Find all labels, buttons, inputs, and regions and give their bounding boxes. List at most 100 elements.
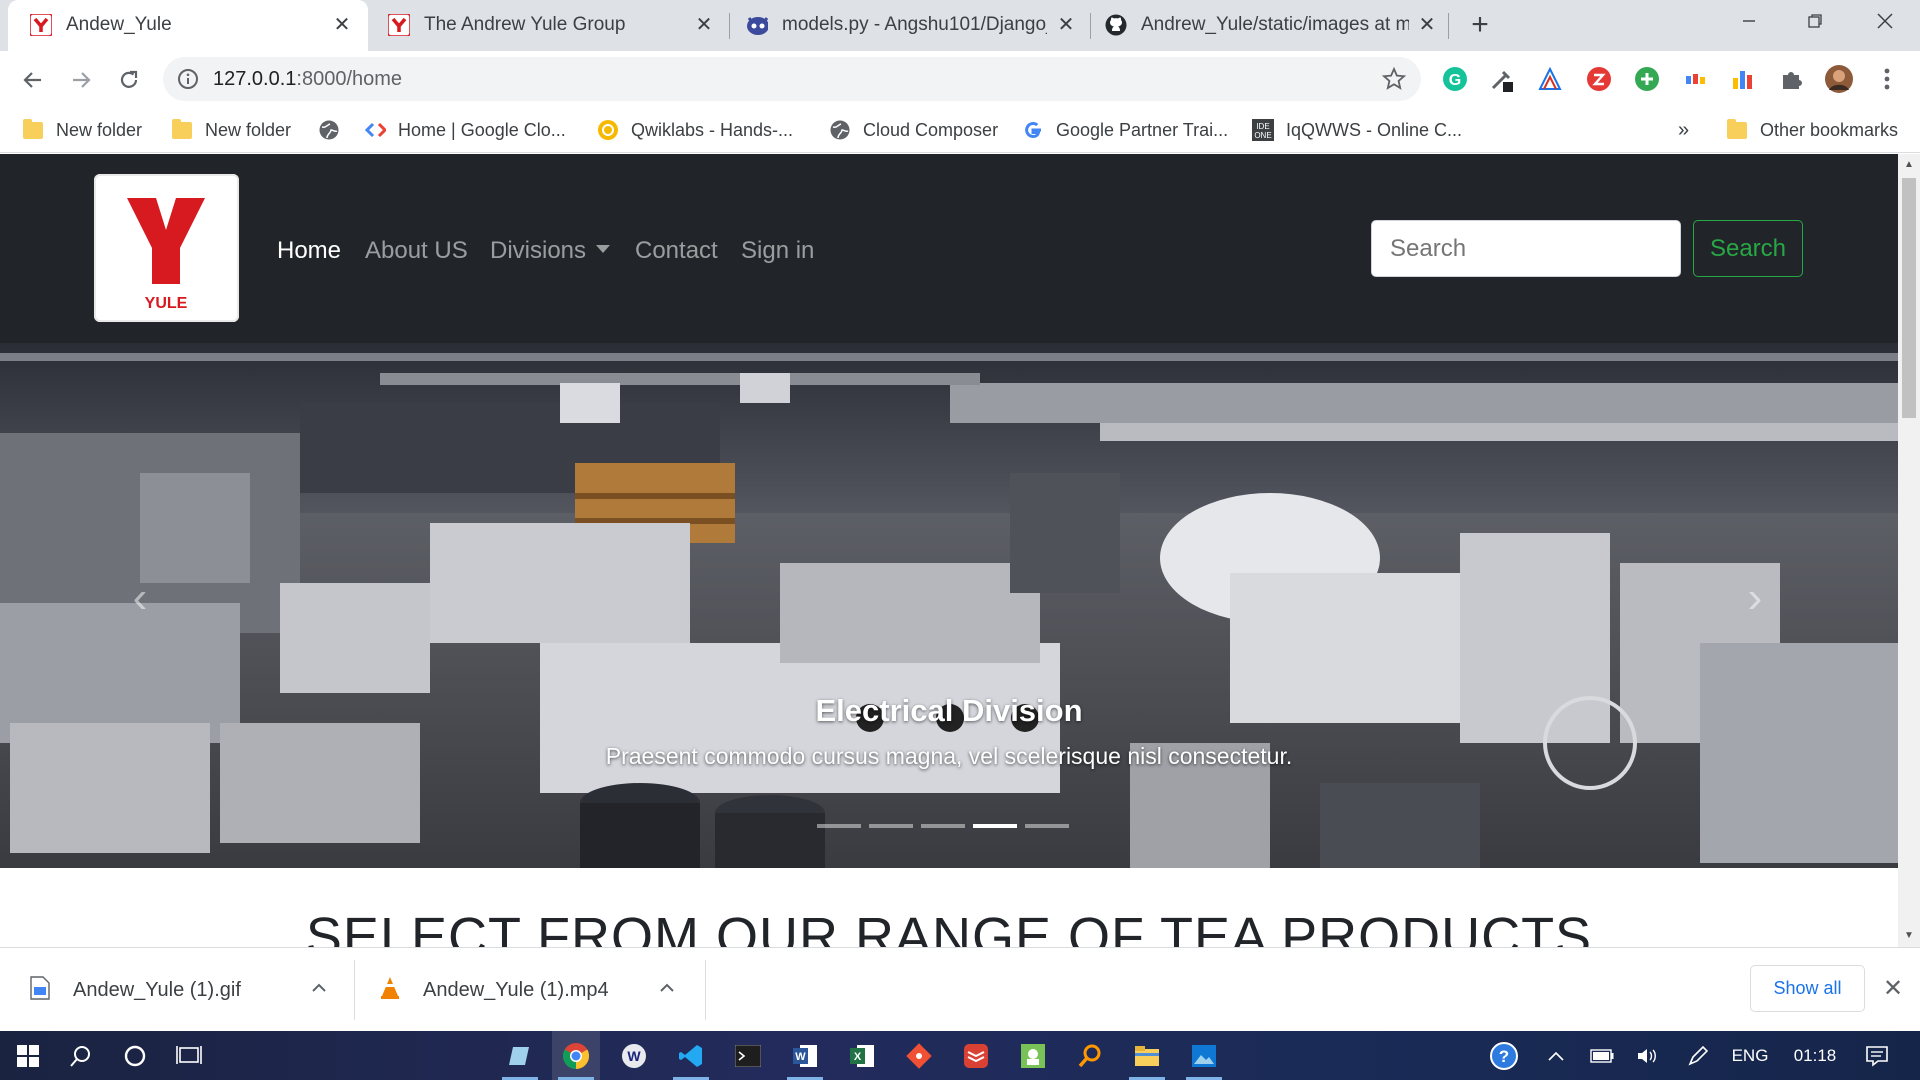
bookmark-new-folder-1[interactable]: New folder (22, 108, 142, 152)
taskbar-notepad-icon[interactable] (496, 1031, 544, 1080)
volume-icon[interactable] (1630, 1031, 1666, 1080)
carousel-indicator[interactable] (869, 824, 913, 828)
browser-menu-icon[interactable] (1872, 64, 1902, 94)
carousel-indicator[interactable] (817, 824, 861, 828)
tab-title: Andrew_Yule/static/images at m (1141, 14, 1409, 35)
carousel-indicator[interactable] (921, 824, 965, 828)
taskbar-photos-icon[interactable] (1180, 1031, 1228, 1080)
taskbar-excel-icon[interactable]: X (838, 1031, 886, 1080)
bookmark-ideone[interactable]: IDE ONE IqQWWS - Online C... (1252, 108, 1462, 152)
dropdown-caret-icon (596, 244, 611, 253)
restore-button[interactable] (1780, 0, 1850, 42)
taskbar-todoist-icon[interactable] (952, 1031, 1000, 1080)
plus-extension-icon[interactable] (1632, 64, 1662, 94)
search-icon[interactable] (57, 1031, 105, 1080)
bookmark-label: Other bookmarks (1760, 119, 1899, 140)
carousel-indicators (817, 824, 1069, 828)
bookmark-label: Home | Google Clo... (398, 119, 566, 140)
language-indicator[interactable]: ENG (1725, 1031, 1775, 1080)
help-icon[interactable]: ? (1484, 1031, 1524, 1080)
carousel-prev-control[interactable]: ‹ (120, 573, 160, 633)
bookmarks-overflow-button[interactable]: » (1678, 108, 1689, 152)
yule-logo[interactable]: YULE (94, 174, 239, 322)
chevron-up-icon[interactable] (655, 976, 679, 1000)
svg-text:W: W (627, 1048, 641, 1064)
close-tab-icon[interactable]: ✕ (328, 10, 356, 38)
bookmark-google-cloud[interactable]: Home | Google Clo... (364, 108, 566, 152)
close-downloads-bar-icon[interactable]: ✕ (1880, 976, 1906, 1002)
nav-divisions[interactable]: Divisions (490, 237, 611, 265)
taskbar-search-tool-icon[interactable] (1066, 1031, 1114, 1080)
pen-workspace-icon[interactable] (1680, 1031, 1716, 1080)
nav-sign-in[interactable]: Sign in (741, 237, 814, 265)
clock[interactable]: 01:18 (1780, 1031, 1850, 1080)
taskbar-chrome-icon[interactable] (552, 1031, 600, 1080)
show-hidden-icons-chevron-icon[interactable] (1538, 1031, 1574, 1080)
google-cloud-icon (364, 119, 386, 141)
ruler-extension-icon[interactable] (1535, 64, 1565, 94)
taskbar-vscode-icon[interactable] (667, 1031, 715, 1080)
carousel-indicator[interactable] (1025, 824, 1069, 828)
taskbar-file-explorer-icon[interactable] (1123, 1031, 1171, 1080)
close-tab-icon[interactable]: ✕ (1413, 10, 1441, 38)
taskbar-word-icon[interactable]: W (781, 1031, 829, 1080)
grammarly-extension-icon[interactable]: G (1440, 64, 1470, 94)
bookmark-globe[interactable] (318, 108, 352, 152)
minimize-button[interactable] (1714, 0, 1784, 42)
carousel-indicator-active[interactable] (973, 824, 1017, 828)
bookmark-cloud-composer[interactable]: Cloud Composer (829, 108, 998, 152)
forward-button[interactable] (62, 61, 100, 99)
eyedropper-extension-icon[interactable] (1487, 64, 1517, 94)
tab-andrew-yule-group[interactable]: The Andrew Yule Group ✕ (370, 0, 728, 51)
dots-extension-icon[interactable] (1680, 64, 1710, 94)
tab-models-py[interactable]: models.py - Angshu101/Django_ ✕ (730, 0, 1090, 51)
tab-github-static-images[interactable]: Andrew_Yule/static/images at m ✕ (1091, 0, 1451, 51)
zotero-extension-icon[interactable] (1584, 64, 1614, 94)
reload-button[interactable] (110, 61, 148, 99)
site-info-icon[interactable] (177, 68, 199, 95)
nav-about-us[interactable]: About US (365, 237, 468, 265)
taskbar-terminal-icon[interactable] (724, 1031, 772, 1080)
yule-favicon (388, 14, 410, 36)
windows-start-icon[interactable] (4, 1031, 52, 1080)
nav-home[interactable]: Home (277, 237, 341, 265)
task-view-icon[interactable] (165, 1031, 213, 1080)
page-scrollbar[interactable]: ▲ ▼ (1898, 154, 1920, 947)
bookmark-qwiklabs[interactable]: Qwiklabs - Hands-... (597, 108, 793, 152)
scroll-up-arrow-icon[interactable]: ▲ (1898, 154, 1920, 176)
address-bar[interactable]: 127.0.0.1:8000/home (163, 57, 1421, 101)
bookmark-google-partner[interactable]: Google Partner Trai... (1022, 108, 1228, 152)
notifications-icon[interactable] (1852, 1031, 1902, 1080)
extensions-puzzle-icon[interactable] (1776, 64, 1806, 94)
scrollbar-thumb[interactable] (1902, 178, 1916, 418)
cortana-icon[interactable] (111, 1031, 159, 1080)
tab-andew-yule[interactable]: Andew_Yule ✕ (8, 0, 368, 51)
back-button[interactable] (14, 61, 52, 99)
taskbar-android-icon[interactable] (1009, 1031, 1057, 1080)
browser-toolbar: 127.0.0.1:8000/home G (0, 51, 1920, 108)
taskbar-browser-icon[interactable]: W (610, 1031, 658, 1080)
nav-contact[interactable]: Contact (635, 237, 718, 265)
scroll-down-arrow-icon[interactable]: ▼ (1898, 925, 1920, 947)
yule-logo-mark: YULE (127, 198, 205, 312)
show-all-downloads-button[interactable]: Show all (1750, 965, 1865, 1012)
profile-avatar[interactable] (1824, 64, 1854, 94)
bookmark-star-icon[interactable] (1381, 66, 1407, 97)
close-tab-icon[interactable]: ✕ (1052, 10, 1080, 38)
download-item-gif[interactable]: Andew_Yule (1).gif (0, 948, 353, 1032)
other-bookmarks[interactable]: Other bookmarks (1726, 108, 1898, 152)
carousel-next-control[interactable]: › (1735, 573, 1775, 633)
chevron-up-icon[interactable] (307, 976, 331, 1000)
analytics-extension-icon[interactable] (1728, 64, 1758, 94)
battery-icon[interactable] (1584, 1031, 1620, 1080)
bookmark-new-folder-2[interactable]: New folder (171, 108, 291, 152)
taskbar-git-icon[interactable] (895, 1031, 943, 1080)
close-tab-icon[interactable]: ✕ (690, 10, 718, 38)
site-search-button[interactable]: Search (1693, 220, 1803, 277)
back-arrow-icon (23, 72, 41, 88)
close-window-button[interactable] (1850, 0, 1920, 42)
new-tab-button[interactable]: + (1464, 10, 1496, 42)
site-search-input[interactable] (1371, 220, 1681, 277)
url-path: :8000/home (296, 68, 403, 90)
download-item-mp4[interactable]: Andew_Yule (1).mp4 (355, 948, 705, 1032)
